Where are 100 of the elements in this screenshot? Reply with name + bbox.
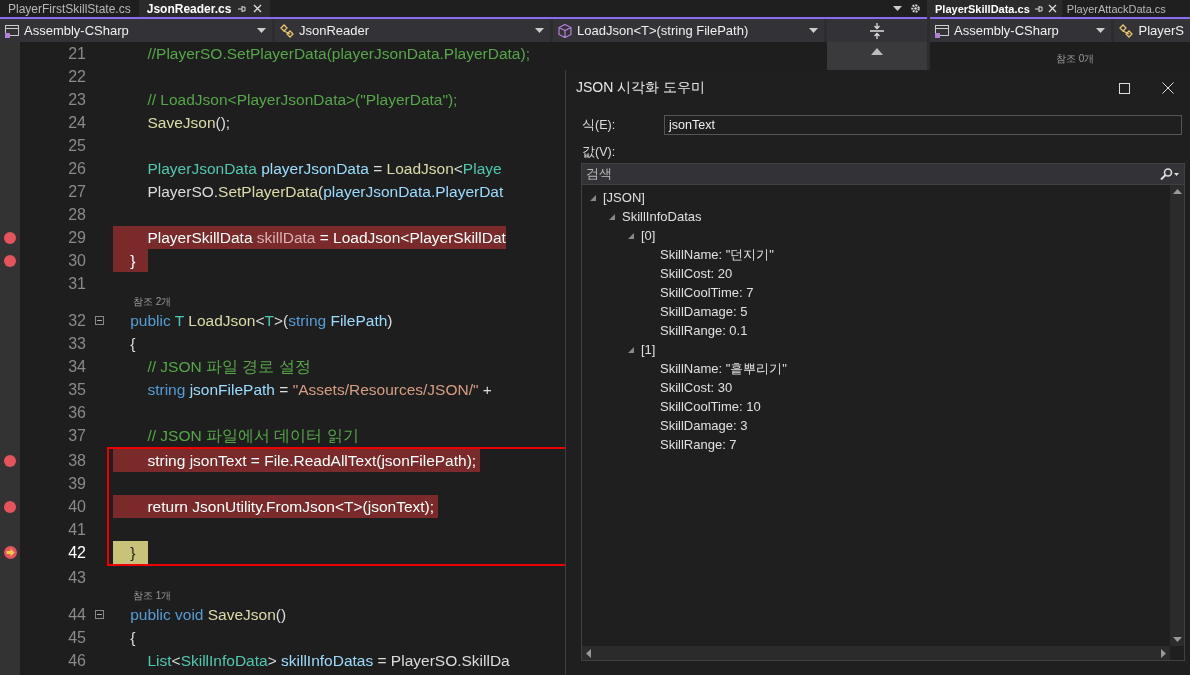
file-tab[interactable]: PlayerSkillData.cs <box>930 0 1062 17</box>
breakpoint-icon[interactable] <box>4 500 16 513</box>
expanded-icon[interactable] <box>590 194 596 201</box>
collapse-icon[interactable] <box>95 316 104 325</box>
breakpoint-icon[interactable] <box>4 254 16 267</box>
line-number: 21 <box>67 44 86 63</box>
line-number: 38 <box>67 451 86 470</box>
pin-icon[interactable] <box>237 3 248 14</box>
tree-item[interactable]: [1] <box>641 342 656 357</box>
tree-item[interactable]: SkillCoolTime: 7 <box>660 285 754 300</box>
line-number: 35 <box>67 380 86 399</box>
line-number: 24 <box>67 113 86 132</box>
breakpoint-icon[interactable] <box>4 454 16 467</box>
code-line: public T LoadJson<T>(string FilePath) <box>129 311 393 331</box>
reference-count[interactable]: 참조 2개 <box>133 295 172 309</box>
file-tab[interactable]: PlayerFirstSkillState.cs <box>0 0 139 17</box>
member-dropdown[interactable]: LoadJson<T>(string FilePath) <box>553 19 824 42</box>
tree-item[interactable]: SkillName: "던지기" <box>660 245 774 264</box>
scroll-up-icon[interactable] <box>1172 189 1182 194</box>
settings-icon[interactable] <box>910 3 921 14</box>
code-line: public void SaveJson() <box>129 605 287 625</box>
tree-item[interactable]: SkillInfoDatas <box>622 209 702 224</box>
line-number: 39 <box>67 474 86 493</box>
project-dropdown[interactable]: Assembly-CSharp <box>0 19 272 42</box>
tree-item[interactable]: SkillRange: 7 <box>660 437 737 452</box>
line-number: 40 <box>67 497 86 516</box>
dropdown-caret-icon[interactable] <box>535 28 544 33</box>
reference-count[interactable]: 참조 1개 <box>133 589 172 603</box>
line-number: 22 <box>67 67 86 86</box>
code-line: //PlayerSO.SetPlayerData(playerJsonData.PlayerData); <box>146 44 530 64</box>
line-number: 23 <box>67 90 86 109</box>
dropdown-caret-icon[interactable] <box>257 28 266 33</box>
line-number: 29 <box>67 228 86 247</box>
file-tab[interactable]: PlayerAttackData.cs <box>1061 0 1171 17</box>
code-line: SaveJson(); <box>146 113 231 133</box>
scroll-down-icon[interactable] <box>1172 637 1182 642</box>
line-number: 32 <box>67 311 86 330</box>
tree-item[interactable]: SkillName: "흩뿌리기" <box>660 359 787 378</box>
line-number: 43 <box>67 568 86 587</box>
field-label: 식(E): <box>582 116 617 134</box>
type-dropdown[interactable]: JsonReader <box>275 19 550 42</box>
close-icon[interactable] <box>253 4 263 13</box>
class-icon <box>279 22 295 39</box>
line-number: 27 <box>67 182 86 201</box>
tree-item[interactable]: SkillCoolTime: 10 <box>660 399 761 414</box>
line-number: 30 <box>67 251 86 270</box>
expanded-icon[interactable] <box>609 213 615 220</box>
code-line: // LoadJson<PlayerJsonData>("PlayerData"); <box>146 90 458 110</box>
type-dropdown[interactable]: PlayerS <box>1114 19 1190 42</box>
line-number: 31 <box>67 274 86 293</box>
class-icon <box>1118 22 1135 39</box>
line-number: 44 <box>67 605 86 624</box>
split-view-icon[interactable] <box>870 22 884 39</box>
tree-item[interactable]: SkillRange: 0.1 <box>660 323 748 338</box>
tab-list-icon[interactable] <box>893 6 902 11</box>
collapse-icon[interactable] <box>95 610 104 619</box>
close-icon[interactable] <box>1047 4 1057 13</box>
dropdown-caret-icon[interactable] <box>1096 28 1106 33</box>
code-line: { <box>129 334 136 354</box>
code-line: PlayerSO.SetPlayerData(playerJsonData.PlayerDat <box>146 182 504 202</box>
code-line: PlayerJsonData playerJsonData = LoadJson<Playe <box>146 159 502 179</box>
search-field[interactable]: 검색 <box>581 163 1185 185</box>
line-number: 26 <box>67 159 86 178</box>
tree-item[interactable]: SkillDamage: 3 <box>660 418 748 433</box>
close-icon[interactable] <box>1162 82 1174 94</box>
search-icon[interactable] <box>1160 168 1180 180</box>
code-line: // JSON 파일 경로 설정 <box>146 357 311 377</box>
code-line: List<SkillInfoData> skillInfoDatas = PlayerSO.SkillDa <box>146 651 510 671</box>
expanded-icon[interactable] <box>628 346 634 353</box>
tree-item[interactable]: [0] <box>641 228 656 243</box>
line-number: 45 <box>67 628 86 647</box>
scroll-up-icon[interactable] <box>871 48 883 55</box>
code-line: { <box>129 628 136 648</box>
scroll-right-icon[interactable] <box>1161 648 1166 658</box>
line-number: 25 <box>67 136 86 155</box>
project-dropdown[interactable]: Assembly-CSharp <box>930 19 1112 42</box>
pin-icon[interactable] <box>1033 3 1044 14</box>
window-icon <box>4 22 20 39</box>
expression-field[interactable]: jsonText <box>664 115 1182 135</box>
code-line: // JSON 파일에서 데이터 읽기 <box>146 426 359 446</box>
tree-item[interactable]: SkillCost: 30 <box>660 380 733 395</box>
line-number: 46 <box>67 651 86 670</box>
field-label: 값(V): <box>581 144 617 161</box>
dialog-title: JSON 시각화 도우미 <box>576 79 706 97</box>
code-line: string jsonFilePath = "Assets/Resources/JSON/" + <box>146 380 492 400</box>
dropdown-caret-icon[interactable] <box>809 28 818 33</box>
cube-icon <box>557 22 573 39</box>
line-number: 37 <box>67 426 86 445</box>
breakpoint-icon[interactable] <box>4 231 16 244</box>
tree-item[interactable]: [JSON] <box>603 190 645 205</box>
tree-item[interactable]: SkillCost: 20 <box>660 266 733 281</box>
line-number: 34 <box>67 357 86 376</box>
scroll-left-icon[interactable] <box>586 648 591 658</box>
maximize-icon[interactable] <box>1118 82 1130 94</box>
expanded-icon[interactable] <box>628 232 634 239</box>
line-number: 28 <box>67 205 86 224</box>
line-number: 41 <box>67 520 86 539</box>
line-number: 33 <box>67 334 86 353</box>
tree-item[interactable]: SkillDamage: 5 <box>660 304 748 319</box>
file-tab[interactable]: JsonReader.cs <box>138 0 271 17</box>
